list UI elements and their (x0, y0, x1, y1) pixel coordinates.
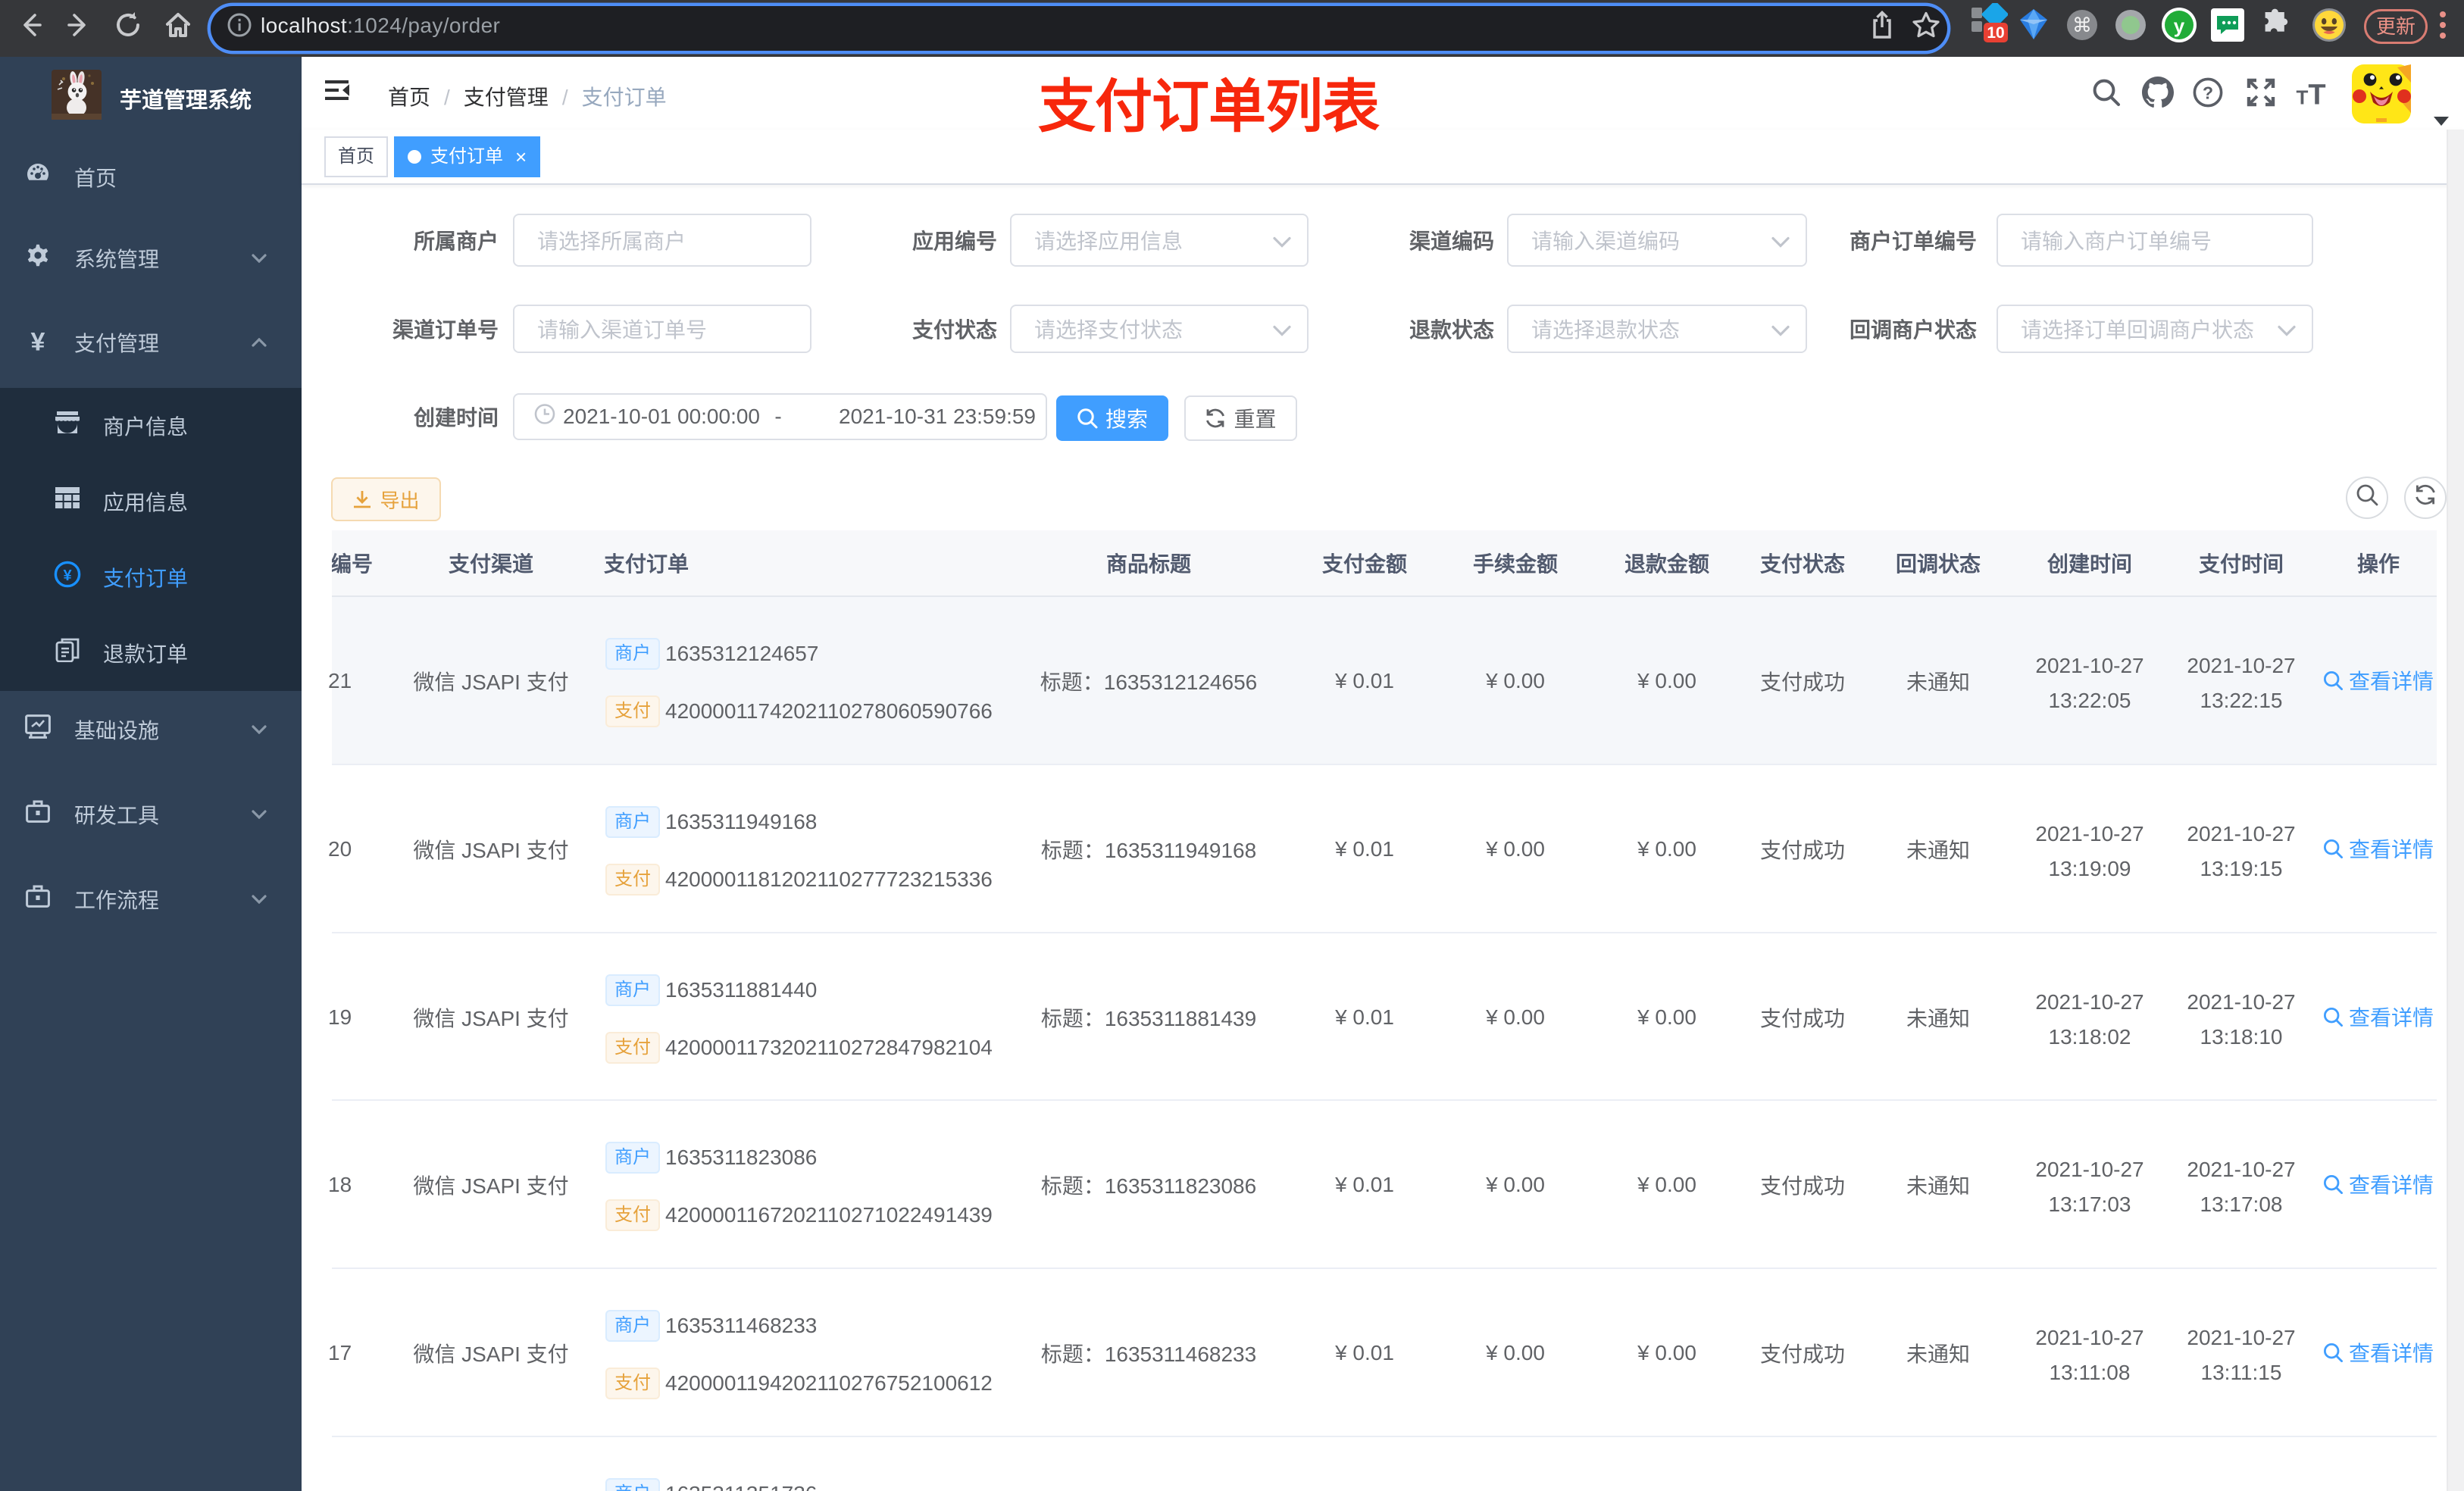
svg-text:¥: ¥ (63, 567, 72, 584)
svg-text:y: y (2174, 14, 2185, 37)
svg-text:10: 10 (1987, 24, 2004, 42)
svg-text:?: ? (2203, 83, 2213, 102)
svg-text:⌘: ⌘ (2072, 14, 2092, 36)
